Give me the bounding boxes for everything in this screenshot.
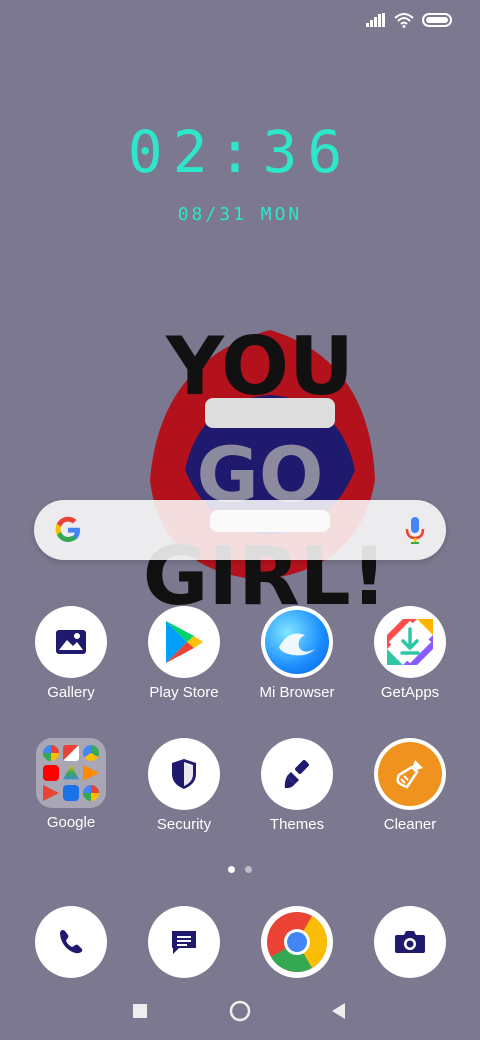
broom-icon bbox=[374, 738, 446, 810]
app-mi-browser[interactable]: Mi Browser bbox=[247, 606, 347, 701]
battery-icon bbox=[422, 13, 452, 27]
google-g-icon bbox=[55, 516, 80, 542]
status-icons bbox=[366, 12, 452, 28]
youtube-icon bbox=[43, 765, 59, 781]
app-camera[interactable] bbox=[360, 906, 460, 978]
clock-date[interactable]: 08/31 MON bbox=[0, 204, 480, 225]
status-bar bbox=[0, 0, 480, 40]
getapps-icon bbox=[374, 606, 446, 678]
wallpaper-art: YOU GO GIRL! bbox=[130, 320, 390, 623]
drive-icon bbox=[63, 765, 79, 780]
phone-icon bbox=[35, 906, 107, 978]
google-folder-icon bbox=[36, 738, 106, 808]
app-label: GetApps bbox=[380, 684, 440, 701]
page-indicator bbox=[0, 866, 480, 873]
gallery-icon bbox=[35, 606, 107, 678]
recents-button[interactable] bbox=[132, 1003, 148, 1019]
messages-icon bbox=[148, 906, 220, 978]
search-input[interactable] bbox=[94, 514, 388, 548]
shield-icon bbox=[148, 738, 220, 810]
app-themes[interactable]: Themes bbox=[247, 738, 347, 833]
google-g-icon bbox=[43, 745, 59, 761]
app-label: Gallery bbox=[47, 684, 95, 701]
app-gallery[interactable]: Gallery bbox=[21, 606, 121, 701]
wifi-icon bbox=[394, 13, 414, 28]
app-label: Cleaner bbox=[383, 816, 437, 833]
wallpaper-text-you: YOU bbox=[165, 320, 355, 413]
app-label: Google bbox=[46, 814, 96, 831]
camera-icon bbox=[374, 906, 446, 978]
page-dot-active[interactable] bbox=[228, 866, 235, 873]
app-label: Play Store bbox=[149, 684, 219, 701]
app-chrome[interactable] bbox=[247, 906, 347, 978]
app-label: Themes bbox=[269, 816, 325, 833]
photos-icon bbox=[83, 785, 99, 801]
mi-browser-icon bbox=[261, 606, 333, 678]
home-button[interactable] bbox=[229, 1000, 251, 1022]
app-label: Mi Browser bbox=[259, 684, 335, 701]
app-getapps[interactable]: GetApps bbox=[360, 606, 460, 701]
back-button[interactable] bbox=[330, 1002, 346, 1020]
google-search-bar[interactable] bbox=[34, 500, 446, 560]
mic-icon[interactable] bbox=[404, 515, 426, 545]
play-music-icon bbox=[83, 765, 99, 781]
signal-icon bbox=[366, 13, 385, 27]
clock-time[interactable]: 02:36 bbox=[0, 118, 480, 186]
page-dot[interactable] bbox=[245, 866, 252, 873]
play-movies-icon bbox=[43, 785, 59, 801]
maps-icon bbox=[83, 745, 99, 761]
gmail-icon bbox=[63, 745, 79, 761]
app-security[interactable]: Security bbox=[134, 738, 234, 833]
brush-icon bbox=[261, 738, 333, 810]
app-label: Security bbox=[156, 816, 212, 833]
app-messages[interactable] bbox=[134, 906, 234, 978]
chrome-icon bbox=[261, 906, 333, 978]
app-phone[interactable] bbox=[21, 906, 121, 978]
play-store-icon bbox=[148, 606, 220, 678]
duo-icon bbox=[63, 785, 79, 801]
app-cleaner[interactable]: Cleaner bbox=[360, 738, 460, 833]
app-google-folder[interactable]: Google bbox=[21, 738, 121, 831]
app-play-store[interactable]: Play Store bbox=[134, 606, 234, 701]
